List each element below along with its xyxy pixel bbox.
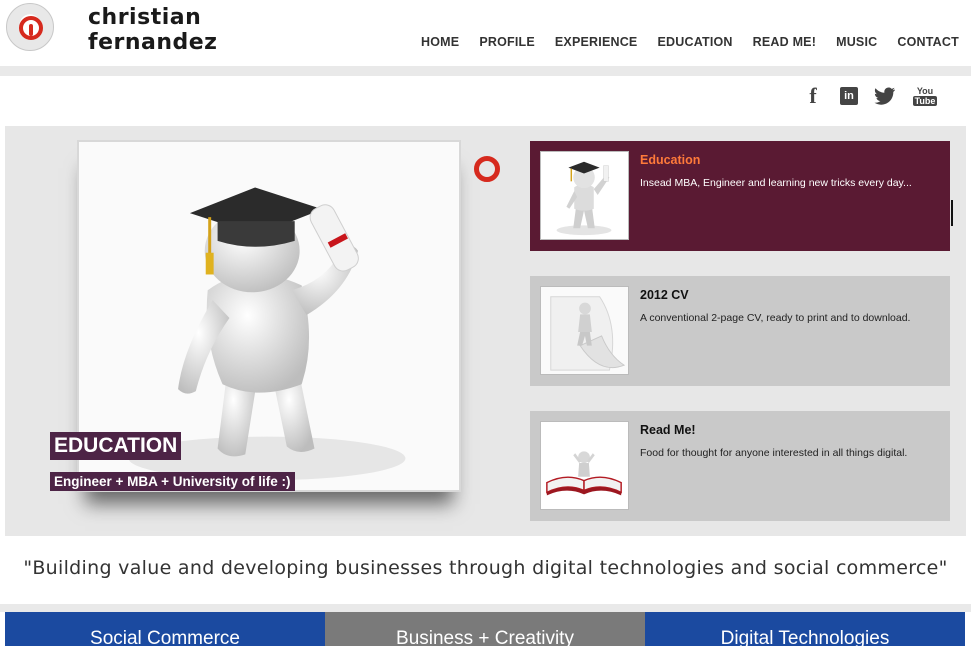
slider-card-cv[interactable]: 2012 CV A conventional 2-page CV, ready … xyxy=(530,276,950,386)
header-divider xyxy=(0,66,971,76)
hero-caption-subtitle: Engineer + MBA + University of life :) xyxy=(50,472,295,491)
slider-scroll-indicator[interactable] xyxy=(951,200,953,226)
nav-music[interactable]: MUSIC xyxy=(826,35,887,49)
social-links: f in You Tube xyxy=(800,83,938,108)
feature-tabs: Social Commerce Business + Creativity Di… xyxy=(5,612,966,646)
nav-experience[interactable]: EXPERIENCE xyxy=(545,35,648,49)
slider-card-read-me[interactable]: Read Me! Food for thought for anyone int… xyxy=(530,411,950,521)
quote-divider xyxy=(0,604,971,612)
facebook-icon[interactable]: f xyxy=(800,83,826,108)
logo-dot xyxy=(29,24,33,36)
hero-caption-title: EDUCATION xyxy=(50,432,182,460)
youtube-icon-bottom: Tube xyxy=(912,96,938,106)
card-title: 2012 CV xyxy=(640,288,689,302)
card-title: Education xyxy=(640,153,701,167)
nav-home[interactable]: HOME xyxy=(411,35,469,49)
linkedin-icon[interactable]: in xyxy=(840,87,858,105)
card-thumbnail xyxy=(540,151,629,240)
card-description: Insead MBA, Engineer and learning new tr… xyxy=(640,177,912,189)
tab-business-creativity[interactable]: Business + Creativity xyxy=(325,612,645,646)
youtube-icon[interactable]: You Tube xyxy=(912,84,938,108)
hero-slider: EDUCATION Engineer + MBA + University of… xyxy=(5,126,966,536)
slider-card-education[interactable]: Education Insead MBA, Engineer and learn… xyxy=(530,141,950,251)
card-title: Read Me! xyxy=(640,423,696,437)
card-thumbnail xyxy=(540,286,629,375)
nav-contact[interactable]: CONTACT xyxy=(887,35,969,49)
card-thumbnail xyxy=(540,421,629,510)
site-title-line1: christian xyxy=(88,5,202,30)
site-title[interactable]: christian fernandez xyxy=(88,5,218,55)
twitter-icon[interactable] xyxy=(872,84,898,108)
card-description: Food for thought for anyone interested i… xyxy=(640,447,908,459)
tab-social-commerce[interactable]: Social Commerce xyxy=(5,612,325,646)
logo-target-icon[interactable] xyxy=(6,3,54,51)
main-nav: HOME PROFILE EXPERIENCE EDUCATION READ M… xyxy=(411,35,969,49)
card-description: A conventional 2-page CV, ready to print… xyxy=(640,312,911,324)
nav-read-me[interactable]: READ ME! xyxy=(743,35,826,49)
site-header: christian fernandez HOME PROFILE EXPERIE… xyxy=(0,0,971,66)
slider-ring-icon[interactable] xyxy=(474,156,500,182)
nav-education[interactable]: EDUCATION xyxy=(647,35,742,49)
tagline-quote: "Building value and developing businesse… xyxy=(23,557,948,579)
youtube-icon-top: You xyxy=(916,86,934,96)
site-title-line2: fernandez xyxy=(88,30,218,55)
tab-digital-technologies[interactable]: Digital Technologies xyxy=(645,612,965,646)
nav-profile[interactable]: PROFILE xyxy=(469,35,545,49)
